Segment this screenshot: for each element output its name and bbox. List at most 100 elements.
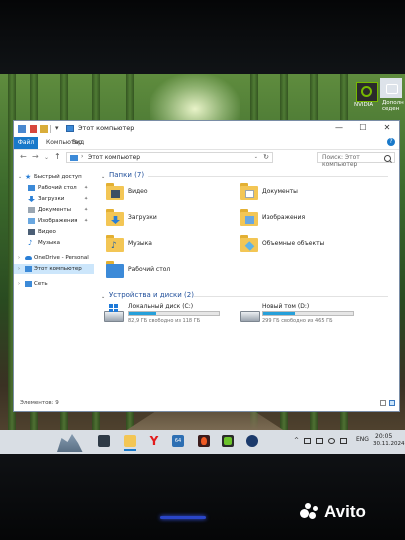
sidebar-item-documents[interactable]: Документы ✦ [14, 205, 94, 215]
sidebar-item-quick-access[interactable]: ⌄ ★ Быстрый доступ [14, 172, 94, 182]
recent-locations-button[interactable]: ⌄ [44, 154, 49, 161]
help-icon[interactable]: ? [387, 138, 395, 146]
sidebar-item-label: Видео [38, 229, 56, 235]
drives-group-header[interactable]: Устройства и диски (2) [109, 291, 194, 299]
documents-folder-icon[interactable] [240, 183, 258, 200]
sidebar-item-label: Загрузки [38, 196, 65, 202]
avito-logo-dot [313, 506, 318, 511]
chevron-down-icon[interactable]: ⌄ [101, 174, 105, 180]
sidebar-item-pictures[interactable]: Изображения ✦ [14, 216, 94, 226]
drive-usage-fill [263, 312, 296, 315]
forward-button[interactable]: → [32, 152, 39, 161]
chevron-down-icon[interactable]: ⌄ [254, 154, 258, 160]
sidebar-item-label: OneDrive - Personal [34, 255, 89, 261]
status-bar: Элементов: 9 [14, 397, 399, 411]
documents-icon [245, 190, 254, 198]
chevron-right-icon[interactable]: › [18, 264, 20, 274]
camera-icon [386, 84, 398, 94]
castle-app-icon[interactable] [57, 434, 83, 452]
large-icons-view-button[interactable] [389, 400, 395, 406]
3d-objects-folder-icon[interactable] [240, 235, 258, 252]
ribbon-tabs: Файл Компьютер Вид ? [14, 137, 399, 150]
steam-icon[interactable] [246, 435, 258, 447]
desktop-icon [28, 185, 35, 191]
sidebar-item-music[interactable]: ♪ Музыка [14, 238, 94, 248]
computer-icon [25, 266, 32, 272]
avito-logo-dot [305, 503, 311, 509]
battery-tray-icon[interactable] [340, 438, 347, 444]
volume-tray-icon[interactable] [328, 438, 335, 444]
search-placeholder: Поиск: Этот компьютер [322, 154, 360, 168]
close-button[interactable]: ✕ [376, 121, 398, 135]
chevron-down-icon[interactable]: ⌄ [18, 172, 22, 182]
title-bar[interactable]: ▾ Этот компьютер — ☐ ✕ [14, 121, 399, 137]
clock-date[interactable]: 30.11.2024 [373, 441, 405, 447]
sidebar-item-downloads[interactable]: Загрузки ✦ [14, 194, 94, 204]
back-button[interactable]: ← [20, 152, 27, 161]
explorer-window: ▾ Этот компьютер — ☐ ✕ Файл Компьютер Ви… [13, 120, 400, 412]
tab-file[interactable]: Файл [14, 137, 38, 149]
properties-icon[interactable] [18, 125, 26, 133]
chevron-right-icon[interactable]: › [18, 253, 20, 263]
folder-icon[interactable] [40, 125, 48, 133]
search-input[interactable]: Поиск: Этот компьютер [317, 152, 395, 168]
pin-icon[interactable]: ✦ [84, 205, 88, 215]
sidebar-item-network[interactable]: › Сеть [14, 279, 94, 289]
up-button[interactable]: ↑ [54, 152, 61, 161]
windows-logo-pane [114, 308, 118, 312]
navigation-bar: ← → ⌄ ↑ › Этот компьютер ⌄ ↻ Поиск: Этот… [14, 150, 399, 168]
chevron-down-icon[interactable]: ▾ [55, 124, 59, 132]
fire-app-icon[interactable] [198, 435, 210, 447]
folder-label-pictures[interactable]: Изображения [262, 214, 305, 221]
sidebar-item-this-pc[interactable]: › Этот компьютер [14, 264, 94, 274]
windows-logo-pane [109, 304, 113, 308]
pin-icon[interactable]: ✦ [84, 216, 88, 226]
maximize-button[interactable]: ☐ [352, 121, 374, 135]
music-folder-icon[interactable]: ♪ [106, 235, 124, 252]
language-indicator[interactable]: ENG [356, 436, 369, 443]
breadcrumb-chevron-icon[interactable]: › [81, 153, 83, 160]
task-view-icon[interactable] [98, 435, 110, 447]
yandex-browser-icon[interactable]: Y [148, 435, 160, 447]
sidebar-item-videos[interactable]: Видео [14, 227, 94, 237]
details-view-button[interactable] [380, 400, 386, 406]
chevron-down-icon[interactable]: ⌄ [101, 294, 105, 300]
breadcrumb[interactable]: Этот компьютер [88, 154, 140, 161]
taskbar: Y 64 ^ ENG 20:05 30.11.2024 [0, 430, 405, 454]
pictures-folder-icon[interactable] [240, 209, 258, 226]
avito-logo-dot [300, 509, 309, 518]
document-icon[interactable] [30, 125, 37, 133]
search-icon[interactable] [384, 155, 391, 162]
sidebar-item-onedrive[interactable]: › OneDrive - Personal [14, 253, 94, 263]
show-hidden-icons-button[interactable]: ^ [294, 437, 299, 444]
sidebar-item-desktop[interactable]: Рабочий стол ✦ [14, 183, 94, 193]
pin-icon[interactable]: ✦ [84, 183, 88, 193]
green-app-icon[interactable] [222, 435, 234, 447]
folder-label-documents[interactable]: Документы [262, 188, 298, 195]
pin-icon[interactable]: ✦ [84, 194, 88, 204]
network-tray-icon[interactable] [316, 438, 323, 444]
clock-time[interactable]: 20:05 [375, 433, 392, 440]
folder-label-downloads[interactable]: Загрузки [128, 214, 157, 221]
drive-label-d: Новый том (D:) [262, 303, 310, 310]
address-bar[interactable]: › Этот компьютер ⌄ ↻ [66, 152, 273, 163]
folder-label-desktop[interactable]: Рабочий стол [128, 266, 170, 273]
chevron-right-icon[interactable]: › [18, 279, 20, 289]
nvidia-desktop-icon[interactable] [356, 82, 378, 102]
hard-drive-icon [104, 311, 124, 322]
sidebar-item-label: Быстрый доступ [34, 174, 82, 180]
videos-folder-icon[interactable] [106, 183, 124, 200]
folder-label-music[interactable]: Музыка [128, 240, 152, 247]
downloads-folder-icon[interactable] [106, 209, 124, 226]
refresh-icon[interactable]: ↻ [263, 153, 269, 161]
folders-group-header[interactable]: Папки (7) [109, 171, 144, 179]
tab-view[interactable]: Вид [72, 137, 84, 149]
onedrive-tray-icon[interactable] [304, 438, 311, 444]
computer-icon [70, 155, 78, 161]
folder-label-3d-objects[interactable]: Объемные объекты [262, 240, 324, 247]
app-64-icon[interactable]: 64 [172, 435, 184, 447]
desktop-folder-icon[interactable] [106, 261, 124, 278]
folder-label-videos[interactable]: Видео [128, 188, 148, 195]
minimize-button[interactable]: — [328, 121, 350, 135]
file-explorer-taskbar-icon[interactable] [124, 435, 136, 451]
